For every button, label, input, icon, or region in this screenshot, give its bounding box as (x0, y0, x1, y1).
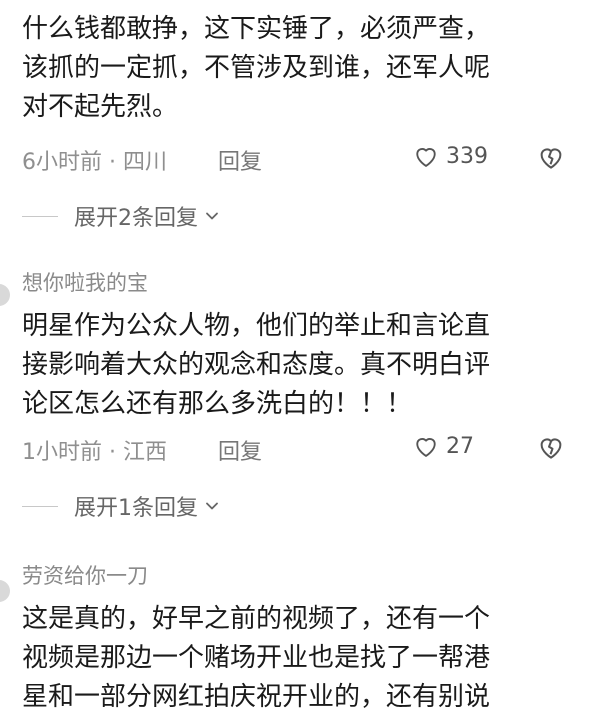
comment-body[interactable]: 这是真的，好早之前的视频了，还有一个 视频是那边一个赌场开业也是找了一帮港 星和… (22, 600, 582, 717)
avatar[interactable] (0, 284, 10, 306)
comment-line: 视频是那边一个赌场开业也是找了一帮港 (22, 643, 491, 673)
comment-line: 论区怎么还有那么多洗白的！！！ (22, 389, 413, 419)
comment-body[interactable]: 明星作为公众人物，他们的举止和言论直 接影响着大众的观念和态度。真不明白评 论区… (22, 307, 582, 424)
heart-outline-icon (416, 438, 436, 457)
like-count: 27 (446, 433, 474, 459)
comment-line: 该抓的一定抓，不管涉及到谁，还军人呢 (22, 53, 491, 83)
heart-outline-icon (416, 148, 436, 167)
expand-divider (22, 505, 58, 507)
chevron-down-icon (206, 502, 218, 510)
comment-line: 这是真的，好早之前的视频了，还有一个 (22, 604, 491, 634)
comment-line: 明星作为公众人物，他们的举止和言论直 (22, 311, 491, 341)
comment-meta: 1小时前 · 江西 回复 27 (22, 432, 600, 466)
broken-heart-icon[interactable] (536, 432, 566, 462)
comment-line: 对不起先烈。 (22, 92, 179, 122)
expand-divider (22, 215, 58, 217)
expand-replies-button[interactable]: 展开1条回复 (22, 491, 222, 521)
like-count: 339 (446, 143, 488, 169)
comment-line: 星和一部分网红拍庆祝开业的，还有别说 (22, 682, 491, 712)
comment-body[interactable]: 什么钱都敢挣，这下实锤了，必须严查， 该抓的一定抓，不管涉及到谁，还军人呢 对不… (22, 10, 582, 127)
chevron-down-icon (206, 212, 218, 220)
comment-username[interactable]: 想你啦我的宝 (22, 267, 148, 297)
broken-heart-icon[interactable] (536, 142, 566, 172)
reply-button[interactable]: 回复 (218, 434, 262, 466)
expand-replies-label: 展开2条回复 (74, 206, 198, 231)
expand-replies-button[interactable]: 展开2条回复 (22, 201, 222, 231)
avatar[interactable] (0, 580, 10, 602)
comment-line: 接影响着大众的观念和态度。真不明白评 (22, 350, 491, 380)
like-button[interactable]: 27 (412, 432, 474, 460)
expand-replies-label: 展开1条回复 (74, 496, 198, 521)
like-button[interactable]: 339 (412, 142, 488, 170)
comment-username[interactable]: 劳资给你一刀 (22, 560, 148, 590)
reply-button[interactable]: 回复 (218, 144, 262, 176)
comment-time-location: 6小时前 · 四川 (22, 150, 167, 175)
comment-meta: 6小时前 · 四川 回复 339 (22, 142, 600, 176)
comment-line: 什么钱都敢挣，这下实锤了，必须严查， (22, 14, 491, 44)
comment-time-location: 1小时前 · 江西 (22, 440, 167, 465)
